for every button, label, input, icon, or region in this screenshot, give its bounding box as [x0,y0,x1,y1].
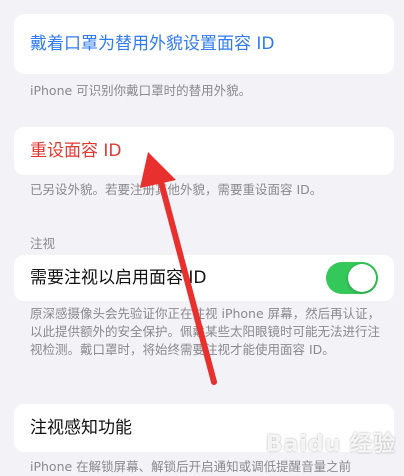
alt-appearance-button[interactable]: 戴着口罩为替用外貌设置面容 ID [30,33,275,55]
attention-aware-label[interactable]: 注视感知功能 [30,417,132,439]
alt-appearance-footer: iPhone 可识别你戴口罩时的替用外貌。 [30,83,252,98]
reset-face-id-button[interactable]: 重设面容 ID [30,140,122,162]
alt-appearance-card[interactable]: 戴着口罩为替用外貌设置面容 ID [14,14,394,74]
require-attention-toggle[interactable] [326,262,378,294]
reset-face-id-footer: 已另设外貌。若要注册其他外貌，需要重设面容 ID。 [30,182,323,197]
reset-face-id-card[interactable]: 重设面容 ID [14,127,394,175]
require-attention-card: 需要注视以启用面容 ID [14,255,394,301]
attention-section-header: 注视 [30,236,56,251]
require-attention-label: 需要注视以启用面容 ID [30,268,207,288]
attention-aware-card[interactable]: 注视感知功能 [14,404,394,452]
attention-aware-footer: iPhone 在解锁屏幕、解锁后开启通知或调低提醒音量之前 [30,459,352,474]
toggle-knob [348,264,376,292]
require-attention-footer: 原深感摄像头会先验证你正在注视 iPhone 屏幕，然后再认证，以此提供额外的安… [30,306,381,357]
